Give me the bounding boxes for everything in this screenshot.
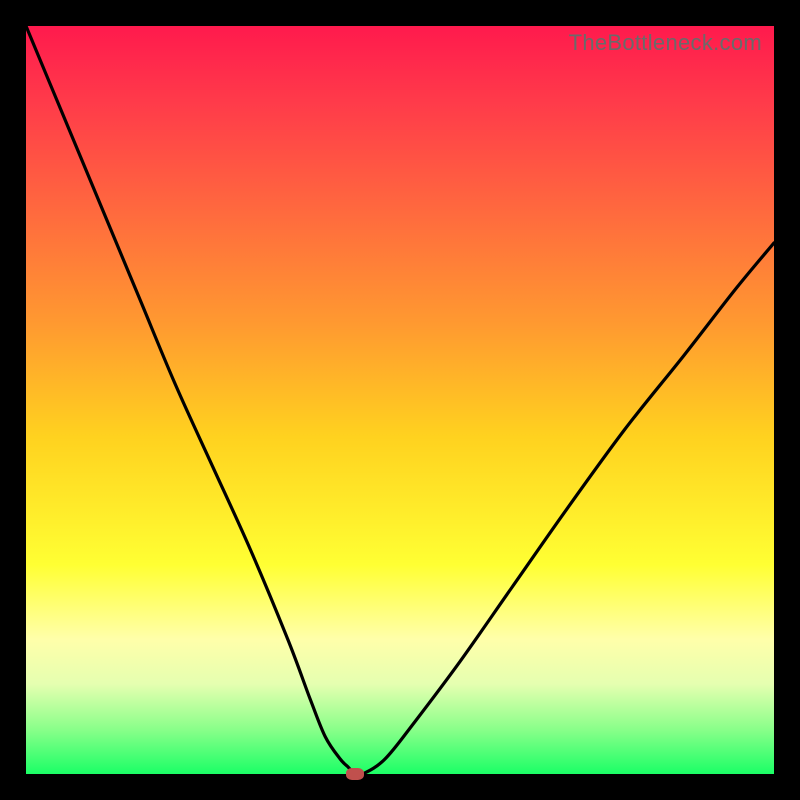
bottleneck-curve xyxy=(26,26,774,774)
chart-frame: TheBottleneck.com xyxy=(0,0,800,800)
plot-area: TheBottleneck.com xyxy=(26,26,774,774)
minimum-marker xyxy=(346,768,364,780)
